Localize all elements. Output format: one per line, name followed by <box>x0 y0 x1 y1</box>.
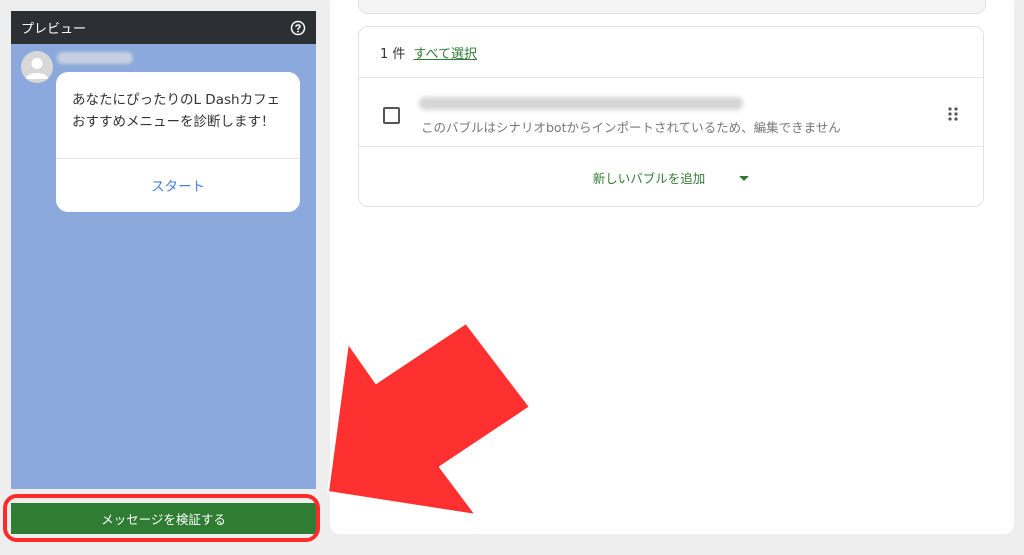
bubble-title-redacted <box>419 97 743 110</box>
list-item: このバブルはシナリオbotからインポートされているため、編集できません <box>359 78 983 147</box>
preview-header: プレビュー <box>11 11 316 44</box>
avatar-icon <box>21 51 53 83</box>
bubble-message: あなたにぴったりのL Dashカフェおすすめメニューを診断します！ <box>56 72 300 159</box>
preview-panel: プレビュー あなたにぴったりのL Dashカフェおすすめメニューを診断します！ … <box>11 11 316 489</box>
bubble-import-note: このバブルはシナリオbotからインポートされているため、編集できません <box>421 120 841 135</box>
caret-down-icon[interactable] <box>739 175 750 181</box>
verify-message-button[interactable]: メッセージを検証する <box>11 503 316 534</box>
select-all-link[interactable]: すべて選択 <box>413 43 477 62</box>
message-bubble: あなたにぴったりのL Dashカフェおすすめメニューを診断します！ スタート <box>56 72 300 212</box>
sender-name-redacted <box>57 52 133 64</box>
start-action-button[interactable]: スタート <box>56 159 300 211</box>
add-bubble-button[interactable]: 新しいバブルを追加 <box>359 147 983 207</box>
add-bubble-label: 新しいバブルを追加 <box>592 170 706 186</box>
bubble-list-card: 1 件 すべて選択 このバブルはシナリオbotからインポートされているため、編集… <box>358 26 984 207</box>
bubble-count: 1 件 <box>380 46 406 62</box>
top-card <box>358 0 986 14</box>
checkbox-icon[interactable] <box>383 107 400 124</box>
help-icon[interactable] <box>290 20 306 36</box>
drag-handle-icon[interactable] <box>947 106 959 122</box>
bubble-list-header: 1 件 すべて選択 <box>359 27 983 78</box>
preview-title: プレビュー <box>21 22 87 37</box>
